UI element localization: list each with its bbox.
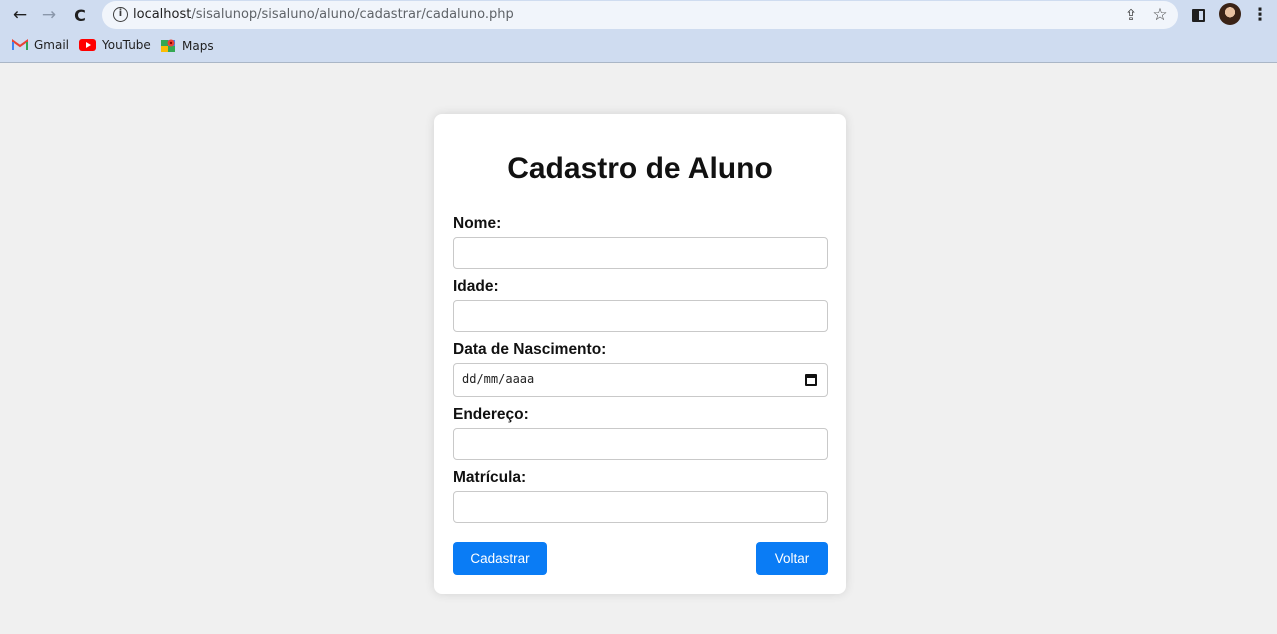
bookmark-gmail[interactable]: Gmail [12, 38, 69, 52]
url-text[interactable]: localhost/sisalunop/sisaluno/aluno/cadas… [133, 7, 514, 22]
date-placeholder: dd/mm/aaaa [462, 372, 535, 386]
reload-icon[interactable]: C [68, 3, 92, 27]
calendar-icon[interactable] [805, 374, 817, 386]
voltar-button[interactable]: Voltar [756, 542, 828, 575]
side-panel-icon[interactable] [1186, 3, 1210, 27]
idade-label: Idade: [453, 278, 499, 295]
idade-input[interactable] [453, 300, 828, 332]
url-path: /sisalunop/sisaluno/aluno/cadastrar/cada… [191, 7, 514, 22]
url-host: localhost [133, 7, 192, 22]
matricula-input[interactable] [453, 491, 828, 523]
endereco-label: Endereço: [453, 406, 529, 423]
page-title: Cadastro de Aluno [507, 152, 773, 185]
data-nascimento-input[interactable]: dd/mm/aaaa [453, 363, 828, 397]
matricula-label: Matrícula: [453, 469, 527, 486]
bookmarks-bar: Gmail YouTube Maps [0, 30, 1277, 63]
bookmark-label: Gmail [34, 38, 70, 52]
registration-card: Cadastro de Aluno Nome: Idade: Data de N… [434, 114, 846, 594]
maps-icon [161, 39, 175, 52]
share-icon[interactable]: ⇪ [1120, 4, 1142, 26]
forward-arrow-icon[interactable]: → [37, 3, 61, 27]
back-arrow-icon[interactable]: ← [8, 3, 32, 27]
bookmark-label: YouTube [102, 38, 151, 52]
youtube-icon [79, 39, 96, 51]
endereco-input[interactable] [453, 428, 828, 460]
data-nascimento-label: Data de Nascimento: [453, 341, 607, 358]
address-bar[interactable]: i localhost/sisalunop/sisaluno/aluno/cad… [102, 1, 1178, 29]
site-info-icon[interactable]: i [113, 7, 128, 22]
nome-input[interactable] [453, 237, 828, 269]
bookmark-maps[interactable]: Maps [161, 38, 214, 53]
bookmark-youtube[interactable]: YouTube [79, 38, 151, 52]
profile-avatar[interactable] [1219, 3, 1241, 25]
menu-kebab-icon[interactable]: ⋮ [1248, 3, 1272, 27]
browser-toolbar: ← → C i localhost/sisalunop/sisaluno/alu… [0, 0, 1277, 30]
gmail-icon [12, 39, 28, 50]
bookmark-star-icon[interactable]: ☆ [1149, 4, 1171, 26]
bookmark-label: Maps [182, 38, 214, 53]
cadastrar-button[interactable]: Cadastrar [453, 542, 547, 575]
nome-label: Nome: [453, 215, 502, 232]
